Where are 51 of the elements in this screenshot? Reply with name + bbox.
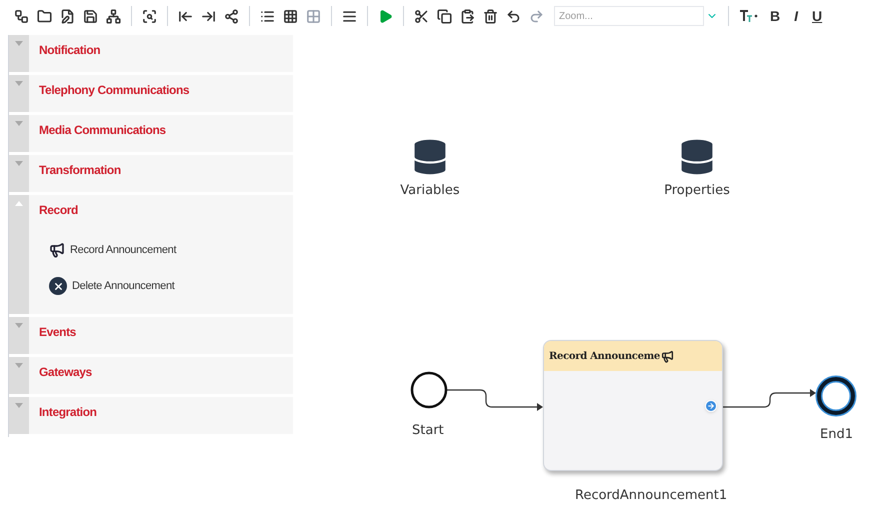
delete-icon	[49, 277, 67, 295]
list-icon	[260, 8, 275, 24]
nodes-icon	[14, 8, 29, 24]
event-label: End1	[820, 426, 853, 444]
task-title: Record Announceme	[549, 350, 660, 364]
section-title[interactable]: Media Communications	[29, 115, 293, 152]
section-title[interactable]: Integration	[29, 397, 293, 434]
task-node[interactable]: Record Announceme	[543, 340, 723, 471]
italic-button[interactable]: I	[789, 6, 804, 26]
underline-button[interactable]: U	[807, 6, 828, 26]
network-icon	[106, 8, 121, 24]
text-color-icon	[739, 9, 759, 23]
network-button[interactable]	[104, 6, 123, 26]
section-title[interactable]: Telephony Communications	[29, 75, 293, 112]
redo-icon	[529, 8, 544, 24]
grid-icon	[283, 8, 298, 24]
port-icon[interactable]	[705, 400, 717, 412]
share-button[interactable]	[222, 6, 241, 26]
palette-item[interactable]: Delete Announcement	[29, 268, 293, 304]
section-title[interactable]: Notification	[29, 35, 293, 72]
section-title[interactable]: Record	[29, 195, 293, 232]
event-label: Start	[412, 422, 444, 440]
data-store-label: Properties	[664, 182, 730, 200]
save-icon	[83, 8, 98, 24]
megaphone-icon	[49, 242, 65, 258]
arrow-right-icon	[201, 8, 216, 24]
delete-button[interactable]	[481, 6, 500, 26]
share-icon	[224, 8, 239, 24]
delete-icon	[483, 8, 498, 24]
folder-icon	[37, 8, 52, 24]
section-title[interactable]: Gateways	[29, 357, 293, 394]
task-label: RecordAnnouncement1	[575, 487, 728, 505]
play-icon	[378, 8, 393, 24]
arrow-left-icon	[178, 8, 193, 24]
section-title[interactable]: Transformation	[29, 155, 293, 192]
undo-icon	[506, 8, 521, 24]
edit-file-icon	[60, 8, 75, 24]
start-event[interactable]	[410, 372, 448, 408]
cut-icon	[414, 8, 429, 24]
megaphone-icon	[660, 350, 674, 362]
paste-icon	[460, 8, 475, 24]
bold-button[interactable]: B	[765, 6, 786, 26]
grid-icon	[306, 8, 321, 24]
menu-icon	[342, 8, 357, 24]
zoom-field[interactable]: Zoom...	[554, 6, 704, 26]
section-title[interactable]: Events	[29, 317, 293, 354]
palette-item[interactable]: Record Announcement	[29, 232, 293, 268]
search-icon	[142, 8, 157, 24]
copy-icon	[437, 8, 452, 24]
data-store-label: Variables	[400, 182, 460, 200]
copy-button[interactable]	[435, 6, 454, 26]
